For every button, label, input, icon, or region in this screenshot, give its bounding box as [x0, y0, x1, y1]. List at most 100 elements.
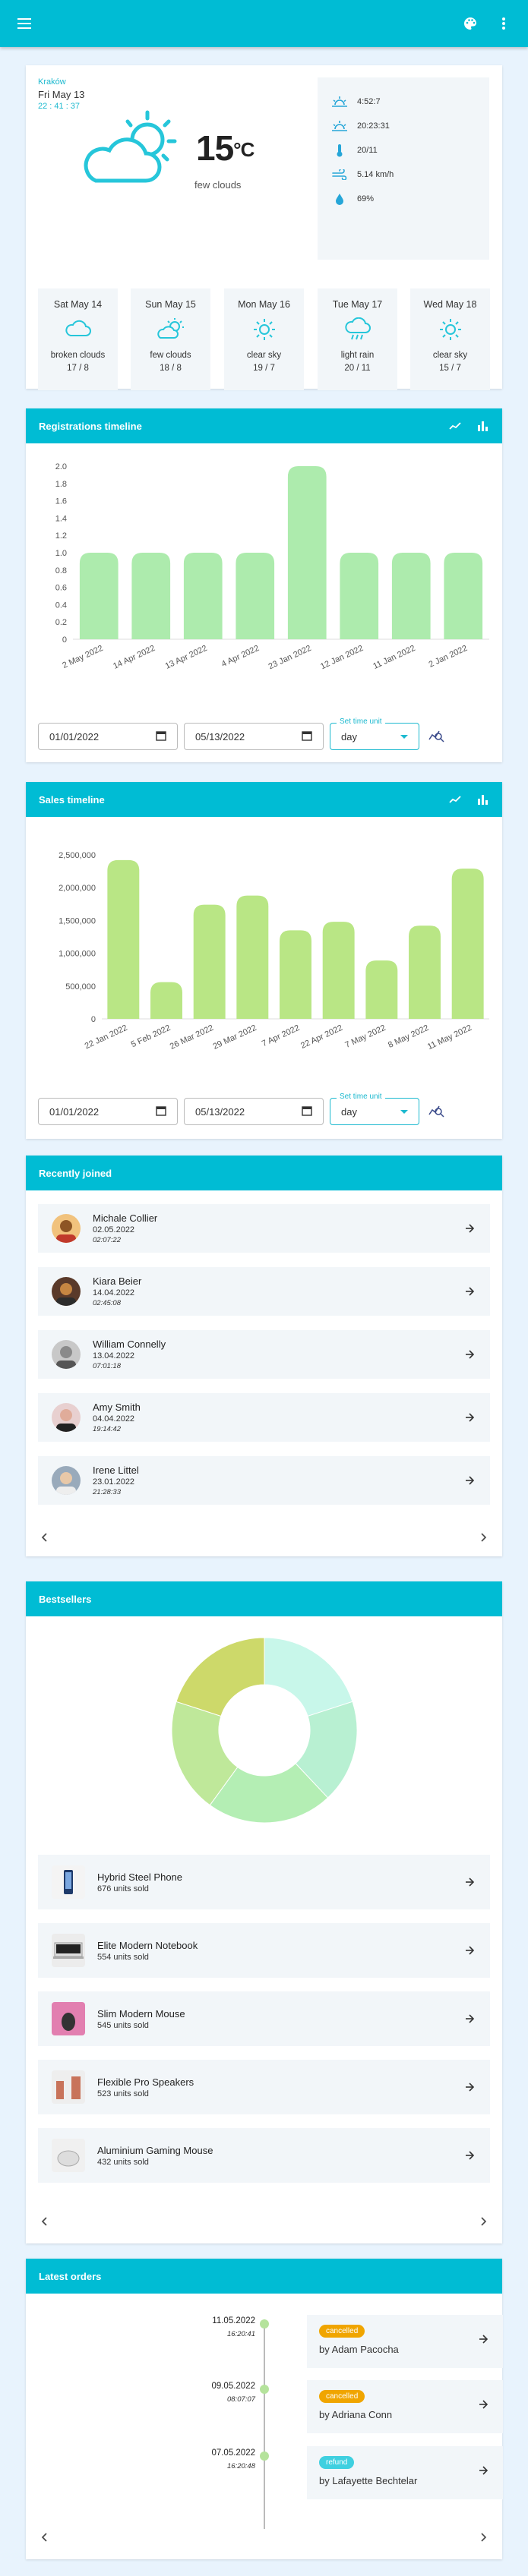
list-item[interactable]: Hybrid Steel Phone 676 units sold [38, 1855, 490, 1909]
order-card[interactable]: cancelled by Adam Pacocha [307, 2315, 503, 2368]
pie-slice[interactable] [264, 1637, 353, 1717]
bar[interactable] [131, 553, 171, 639]
sales-time-unit-select[interactable]: Set time unit day [330, 1093, 419, 1125]
arrow-right-icon[interactable] [463, 1411, 476, 1424]
bar[interactable] [79, 553, 119, 639]
query-stats-icon[interactable] [428, 729, 445, 745]
bar[interactable] [183, 553, 223, 639]
bar[interactable] [444, 553, 483, 639]
avatar [52, 1214, 81, 1243]
bestsellers-title: Bestsellers [39, 1593, 92, 1605]
arrow-right-icon[interactable] [479, 2400, 488, 2411]
bar[interactable] [451, 869, 484, 1019]
sun-icon [410, 317, 490, 342]
humidity-icon [331, 193, 348, 205]
rain-icon [318, 317, 397, 342]
bar[interactable] [340, 553, 379, 639]
chevron-left-icon[interactable] [41, 1532, 49, 1546]
product-image [52, 2002, 85, 2035]
list-item[interactable]: Flexible Pro Speakers 523 units sold [38, 2060, 490, 2114]
order-customer: by Lafayette Bechtelar [319, 2475, 418, 2486]
menu-icon[interactable] [15, 14, 33, 33]
registrations-controls: 01/01/2022 05/13/2022 Set time unit day [38, 717, 445, 750]
arrow-right-icon[interactable] [479, 2466, 488, 2477]
timeline-dot [260, 2451, 269, 2461]
palette-icon[interactable] [461, 14, 479, 33]
calendar-icon[interactable] [156, 1105, 166, 1118]
x-tick-label: 13 Apr 2022 [164, 644, 209, 671]
avatar [52, 1277, 81, 1306]
list-item[interactable]: Aluminium Gaming Mouse 432 units sold [38, 2128, 490, 2183]
bar-chart-icon[interactable] [476, 419, 489, 433]
x-tick-label: 22 Jan 2022 [84, 1023, 129, 1051]
chevron-right-icon[interactable] [479, 1532, 487, 1546]
pie-slice[interactable] [175, 1637, 265, 1717]
arrow-right-icon[interactable] [463, 1474, 476, 1487]
chevron-left-icon[interactable] [41, 2532, 49, 2546]
list-item[interactable]: Amy Smith 04.04.2022 19:14:42 [38, 1393, 490, 1442]
stat-sunset: 20:23:31 [331, 114, 476, 138]
bar[interactable] [150, 982, 182, 1019]
query-stats-icon[interactable] [428, 1104, 445, 1120]
more-vert-icon[interactable] [495, 14, 513, 33]
calendar-icon[interactable] [156, 730, 166, 743]
bar[interactable] [409, 925, 441, 1019]
forecast-day-3: Mon May 16 clear sky 19 / 7 [224, 288, 304, 390]
stat-wind: 5.14 km/h [331, 162, 476, 187]
status-badge: cancelled [319, 2390, 365, 2403]
x-tick-label: 2 Jan 2022 [428, 644, 469, 670]
y-tick-label: 0.4 [55, 601, 67, 610]
registrations-time-unit-select[interactable]: Set time unit day [330, 717, 419, 750]
registrations-date-to[interactable]: 05/13/2022 [184, 723, 324, 750]
sales-date-from[interactable]: 01/01/2022 [38, 1098, 178, 1125]
forecast-day-1: Sat May 14 broken clouds 17 / 8 [38, 288, 118, 390]
bar-chart-icon[interactable] [476, 793, 489, 806]
bar[interactable] [322, 922, 355, 1019]
arrow-right-icon[interactable] [463, 1944, 476, 1957]
y-tick-label: 0.8 [55, 566, 67, 575]
bestsellers-pie-chart [171, 1637, 358, 1824]
line-chart-icon[interactable] [448, 793, 462, 806]
bar[interactable] [236, 895, 269, 1019]
chevron-right-icon[interactable] [479, 2532, 487, 2546]
list-item[interactable]: Kiara Beier 14.04.2022 02:45:08 [38, 1267, 490, 1316]
chevron-left-icon[interactable] [41, 2216, 49, 2230]
order-card[interactable]: cancelled by Adriana Conn [307, 2380, 503, 2433]
arrow-right-icon[interactable] [463, 2012, 476, 2026]
arrow-right-icon[interactable] [463, 1222, 476, 1235]
bar[interactable] [391, 553, 431, 639]
arrow-right-icon[interactable] [463, 2080, 476, 2094]
x-tick-label: 26 Mar 2022 [169, 1023, 215, 1052]
arrow-right-icon[interactable] [463, 2149, 476, 2162]
list-item[interactable]: Slim Modern Mouse 545 units sold [38, 1991, 490, 2046]
latest-orders-header: Latest orders [26, 2259, 502, 2294]
arrow-right-icon[interactable] [463, 1875, 476, 1889]
chevron-right-icon[interactable] [479, 2216, 487, 2230]
registrations-title: Registrations timeline [39, 420, 142, 432]
bar[interactable] [236, 553, 275, 639]
bar[interactable] [193, 904, 226, 1019]
weather-description: few clouds [194, 179, 242, 191]
list-item[interactable]: Elite Modern Notebook 554 units sold [38, 1923, 490, 1978]
x-tick-label: 12 Jan 2022 [319, 644, 365, 671]
x-tick-label: 29 Mar 2022 [212, 1023, 258, 1052]
order-card[interactable]: refund by Lafayette Bechtelar [307, 2446, 503, 2499]
arrow-right-icon[interactable] [463, 1348, 476, 1361]
calendar-icon[interactable] [302, 1105, 312, 1118]
list-item[interactable]: Irene Littel 23.01.2022 21:28:33 [38, 1456, 490, 1505]
list-item[interactable]: William Connelly 13.04.2022 07:01:18 [38, 1330, 490, 1379]
calendar-icon[interactable] [302, 730, 312, 743]
app-bar [0, 0, 528, 47]
arrow-right-icon[interactable] [479, 2335, 488, 2346]
sales-date-to[interactable]: 05/13/2022 [184, 1098, 324, 1125]
arrow-right-icon[interactable] [463, 1285, 476, 1298]
y-tick-label: 0 [91, 1015, 96, 1024]
line-chart-icon[interactable] [448, 419, 462, 433]
registrations-date-from[interactable]: 01/01/2022 [38, 723, 178, 750]
bar[interactable] [280, 930, 311, 1019]
bar[interactable] [107, 859, 140, 1019]
x-tick-label: 5 Feb 2022 [130, 1023, 172, 1049]
list-item[interactable]: Michale Collier 02.05.2022 02:07:22 [38, 1204, 490, 1253]
bar[interactable] [365, 960, 398, 1019]
bar[interactable] [287, 466, 327, 639]
